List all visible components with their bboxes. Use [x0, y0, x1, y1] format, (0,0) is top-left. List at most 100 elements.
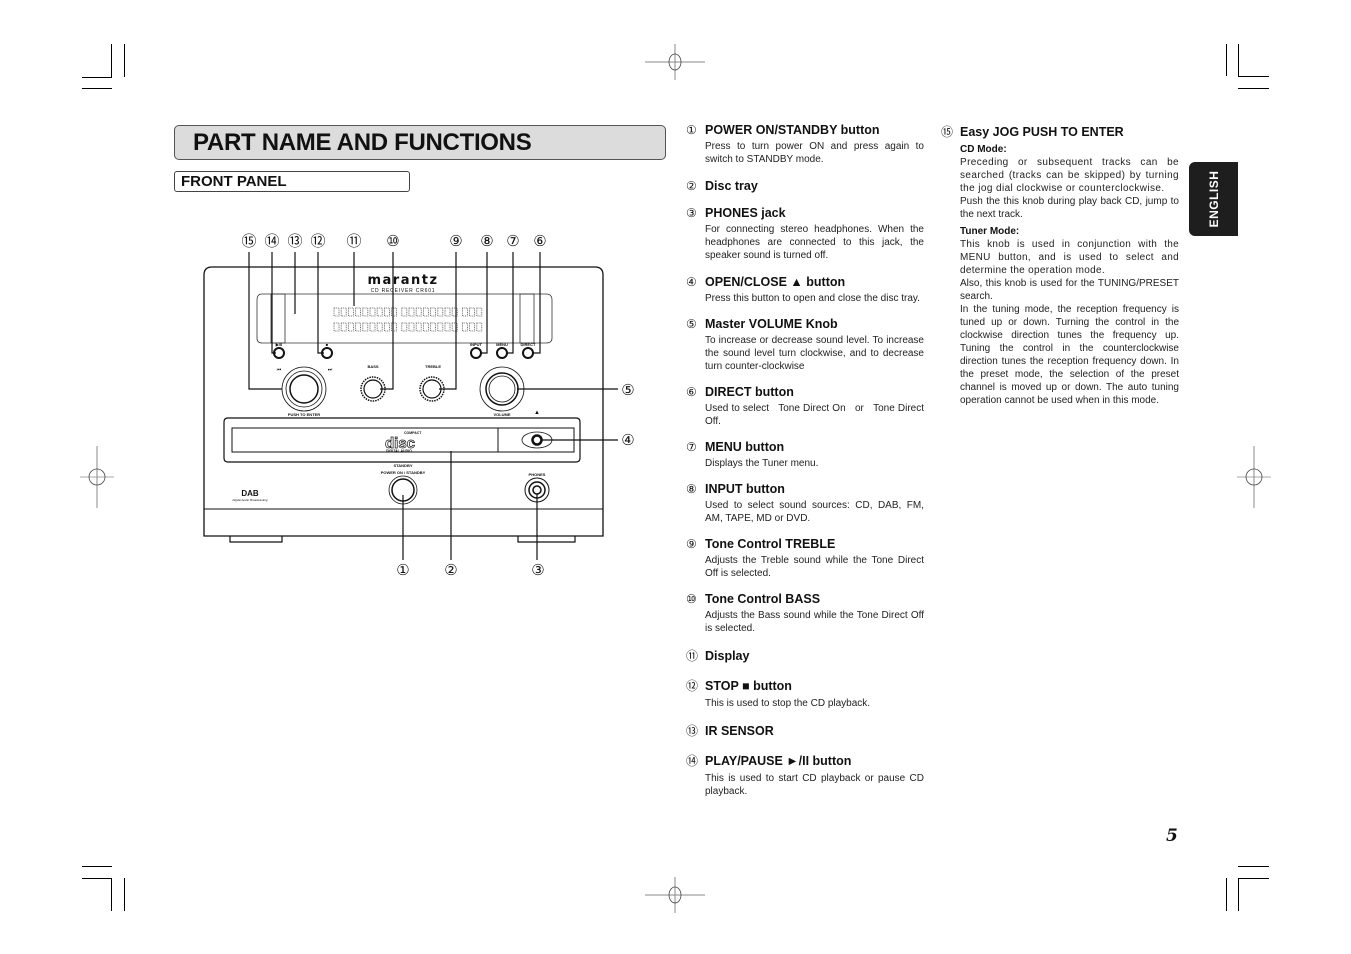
- dab-logo: DAB: [241, 489, 259, 498]
- display-character-cell: [391, 322, 398, 332]
- item-direct: ⑥ DIRECT button Used to select Tone Direc…: [686, 385, 924, 428]
- crop-mark: [1226, 878, 1227, 911]
- tuner-mode-text: In the tuning mode, the reception freque…: [960, 304, 1179, 406]
- bass-label: BASS: [367, 364, 378, 369]
- display-character-cell: [362, 307, 369, 317]
- crop-mark: [82, 88, 112, 89]
- crop-mark: [82, 878, 112, 879]
- item-description: Displays the Tuner menu.: [705, 458, 819, 469]
- display-character-cell: [415, 307, 422, 317]
- display-character-cell: [355, 307, 362, 317]
- item-description: This is used to start CD playback or pau…: [705, 773, 924, 797]
- item-description: Adjusts the Treble sound while the Tone …: [705, 555, 924, 579]
- display-character-cell: [422, 322, 429, 332]
- item-number: ⑬: [686, 724, 699, 738]
- item-description: Used to select Tone Direct On or Tone Di…: [705, 403, 927, 427]
- display-character-cell: [391, 307, 398, 317]
- play-pause-label: ▶/II: [275, 342, 282, 347]
- language-tab-label: ENGLISH: [1206, 170, 1221, 228]
- item-number: ⑨: [686, 537, 697, 551]
- next-icon: ⏭: [328, 367, 333, 373]
- input-label: INPUT: [470, 342, 483, 347]
- input-button: [470, 347, 482, 359]
- item-phones: ③ PHONES jack For connecting stereo headp…: [686, 206, 924, 262]
- display-character-cell: [430, 322, 437, 332]
- display-character-cell: [340, 307, 347, 317]
- leader-lines: [248, 252, 618, 560]
- crop-mark: [1238, 44, 1239, 77]
- item-description: Used to select sound sources: CD, DAB, F…: [705, 500, 924, 524]
- item-title: OPEN/CLOSE ▲ button: [705, 275, 846, 289]
- item-display: ⑪ Display: [686, 647, 924, 664]
- item-number: ④: [686, 275, 697, 289]
- menu-label: MENU: [496, 342, 508, 347]
- item-description: For connecting stereo headphones. When t…: [705, 224, 924, 261]
- item-title: IR SENSOR: [705, 724, 774, 738]
- descriptions-column-left: ① POWER ON/STANDBY button Press to turn p…: [686, 123, 924, 798]
- item-number: ②: [686, 179, 697, 193]
- display-character-cell: [422, 307, 429, 317]
- callout-7: ⑦: [506, 233, 519, 250]
- display-window: [256, 293, 553, 344]
- treble-label: TREBLE: [425, 364, 441, 369]
- display-character-cell: [437, 307, 444, 317]
- display-character-cell: [355, 322, 362, 332]
- display-character-cell: [476, 322, 483, 332]
- item-title: PHONES jack: [705, 206, 786, 220]
- crop-mark: [1238, 88, 1269, 89]
- page-number: 5: [1166, 826, 1178, 846]
- section-heading: FRONT PANEL: [181, 173, 287, 190]
- item-open-close: ④ OPEN/CLOSE ▲ button Press this button t…: [686, 275, 924, 305]
- item-title: MENU button: [705, 440, 785, 454]
- phones-label: PHONES: [529, 472, 546, 477]
- model-label: CD RECEIVER CR601: [371, 288, 436, 294]
- page-title: PART NAME AND FUNCTIONS: [193, 129, 532, 156]
- item-number: ⑤: [686, 317, 697, 331]
- front-panel-diagram: ⑮ ⑭ ⑬ ⑫ ⑪ ⑩ ⑨ ⑧ ⑦ ⑥ ⑤ ④ ① ② ③ marantz CD…: [203, 233, 635, 579]
- display-character-cell: [376, 322, 383, 332]
- crop-mark: [1238, 76, 1269, 77]
- crop-mark: [124, 44, 125, 77]
- display-character-cell: [362, 322, 369, 332]
- display-character-cell: [369, 322, 376, 332]
- item-title: POWER ON/STANDBY button: [705, 123, 880, 137]
- display-character-cell: [401, 307, 408, 317]
- callout-9: ⑨: [449, 233, 462, 250]
- item-play-pause: ⑭ PLAY/PAUSE ►/II button This is used to …: [686, 752, 924, 798]
- item-number: ①: [686, 123, 697, 137]
- item-title: STOP ■ button: [705, 679, 792, 693]
- display-character-cell: [376, 307, 383, 317]
- callout-6: ⑥: [533, 233, 546, 250]
- registration-mark: [645, 44, 705, 80]
- item-description: Adjusts the Bass sound while the Tone Di…: [705, 610, 924, 634]
- standby-label: STANDBY: [393, 463, 412, 468]
- callout-5: ⑤: [621, 382, 634, 399]
- language-tab: ENGLISH: [1189, 162, 1238, 236]
- volume-label: VOLUME: [493, 412, 510, 417]
- item-title: Easy JOG PUSH TO ENTER: [960, 125, 1124, 139]
- tuner-mode-text: This knob is used in conjunction with th…: [960, 239, 1179, 276]
- item-jog: ⑮ Easy JOG PUSH TO ENTER CD Mode: Precedi…: [941, 123, 1179, 407]
- item-power: ① POWER ON/STANDBY button Press to turn p…: [686, 123, 924, 166]
- callout-14: ⑭: [264, 233, 279, 250]
- cd-mode-text: Push the this knob during play back CD, …: [960, 196, 1179, 220]
- item-title: Master VOLUME Knob: [705, 317, 838, 331]
- disc-logo-bottom: DIGITAL AUDIO: [386, 449, 412, 453]
- crop-mark: [82, 866, 112, 867]
- eject-icon: ▲: [534, 410, 540, 416]
- callout-13: ⑬: [287, 233, 302, 250]
- direct-button: [522, 347, 534, 359]
- item-ir-sensor: ⑬ IR SENSOR: [686, 722, 924, 739]
- page-title-banner: PART NAME AND FUNCTIONS: [174, 125, 666, 160]
- crop-mark: [1226, 44, 1227, 76]
- tuner-mode-text: Also, this knob is used for the TUNING/P…: [960, 278, 1179, 302]
- display-character-cell: [333, 322, 340, 332]
- display-character-cell: [408, 322, 415, 332]
- item-number: ⑦: [686, 440, 697, 454]
- prev-icon: ⏮: [277, 367, 282, 373]
- registration-mark: [80, 446, 114, 508]
- item-number: ⑮: [941, 125, 954, 139]
- item-bass: ⑩ Tone Control BASS Adjusts the Bass soun…: [686, 592, 924, 635]
- item-number: ⑩: [686, 592, 697, 606]
- item-number: ⑫: [686, 679, 699, 693]
